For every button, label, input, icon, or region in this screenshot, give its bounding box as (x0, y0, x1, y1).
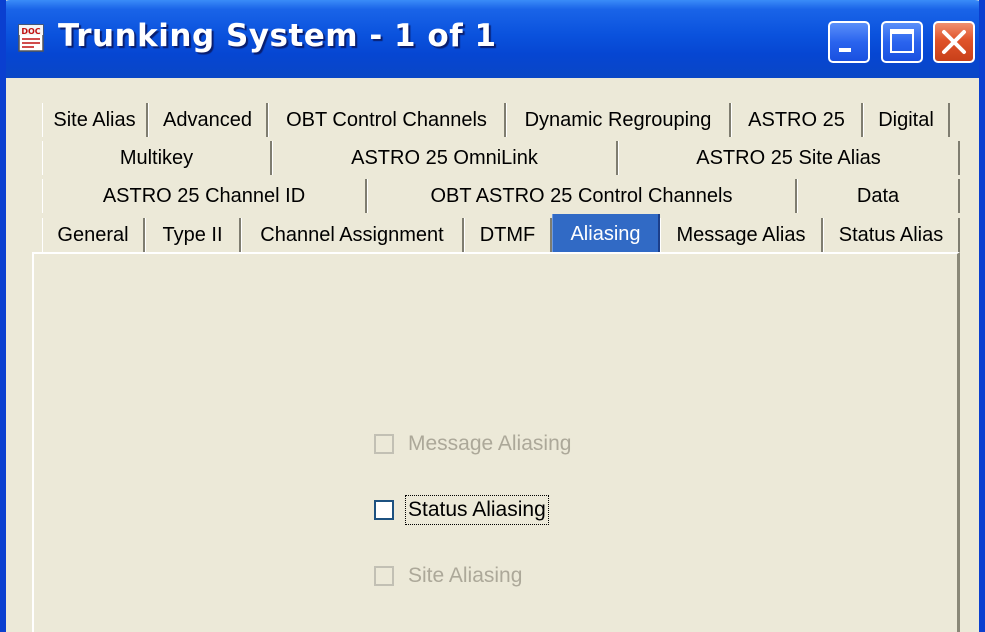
tab-general[interactable]: General (42, 218, 145, 252)
tab-status-alias[interactable]: Status Alias (823, 218, 960, 252)
status-aliasing-checkbox[interactable]: Status Aliasing (374, 495, 549, 525)
tab-astro-25-site-alias[interactable]: ASTRO 25 Site Alias (618, 141, 960, 175)
tab-dynamic-regrouping[interactable]: Dynamic Regrouping (506, 103, 731, 137)
message-aliasing-label: Message Aliasing (408, 432, 572, 455)
aliasing-tab-page: Message Aliasing Status Aliasing Site Al… (32, 252, 960, 632)
tab-type-ii[interactable]: Type II (145, 218, 241, 252)
doc-icon: DOC (18, 24, 44, 52)
close-icon (942, 30, 966, 54)
minimize-button[interactable] (828, 21, 870, 63)
tab-row-3: ASTRO 25 Channel ID OBT ASTRO 25 Control… (42, 179, 960, 213)
tab-advanced[interactable]: Advanced (148, 103, 268, 137)
window-title: Trunking System - 1 of 1 (58, 18, 497, 54)
tab-astro-25[interactable]: ASTRO 25 (731, 103, 863, 137)
tab-aliasing[interactable]: Aliasing (552, 214, 660, 254)
maximize-button[interactable] (881, 21, 923, 63)
tab-obt-control-channels[interactable]: OBT Control Channels (268, 103, 506, 137)
maximize-icon (890, 29, 914, 53)
status-aliasing-box[interactable] (374, 500, 394, 520)
tab-row-2: Multikey ASTRO 25 OmniLink ASTRO 25 Site… (42, 141, 960, 175)
site-aliasing-label: Site Aliasing (408, 564, 523, 587)
tab-obt-astro-25-control-channels[interactable]: OBT ASTRO 25 Control Channels (367, 179, 797, 213)
tab-dtmf[interactable]: DTMF (464, 218, 552, 252)
message-aliasing-checkbox[interactable]: Message Aliasing (374, 432, 571, 456)
tab-digital[interactable]: Digital (863, 103, 950, 137)
tab-multikey[interactable]: Multikey (42, 141, 272, 175)
tab-site-alias[interactable]: Site Alias (42, 103, 148, 137)
message-aliasing-box[interactable] (374, 434, 394, 454)
status-aliasing-label: Status Aliasing (405, 495, 549, 525)
tab-row-1: Site Alias Advanced OBT Control Channels… (42, 103, 960, 137)
tab-data[interactable]: Data (797, 179, 960, 213)
site-aliasing-checkbox[interactable]: Site Aliasing (374, 564, 522, 588)
minimize-icon (839, 48, 851, 52)
close-button[interactable] (933, 21, 975, 63)
tab-message-alias[interactable]: Message Alias (660, 218, 823, 252)
tab-astro-25-channel-id[interactable]: ASTRO 25 Channel ID (42, 179, 367, 213)
title-bar[interactable]: DOC Trunking System - 1 of 1 (6, 0, 979, 78)
svg-text:DOC: DOC (21, 27, 40, 36)
tab-row-4: General Type II Channel Assignment DTMF … (42, 214, 960, 254)
tab-astro-25-omnilink[interactable]: ASTRO 25 OmniLink (272, 141, 618, 175)
site-aliasing-box[interactable] (374, 566, 394, 586)
tab-channel-assignment[interactable]: Channel Assignment (241, 218, 464, 252)
